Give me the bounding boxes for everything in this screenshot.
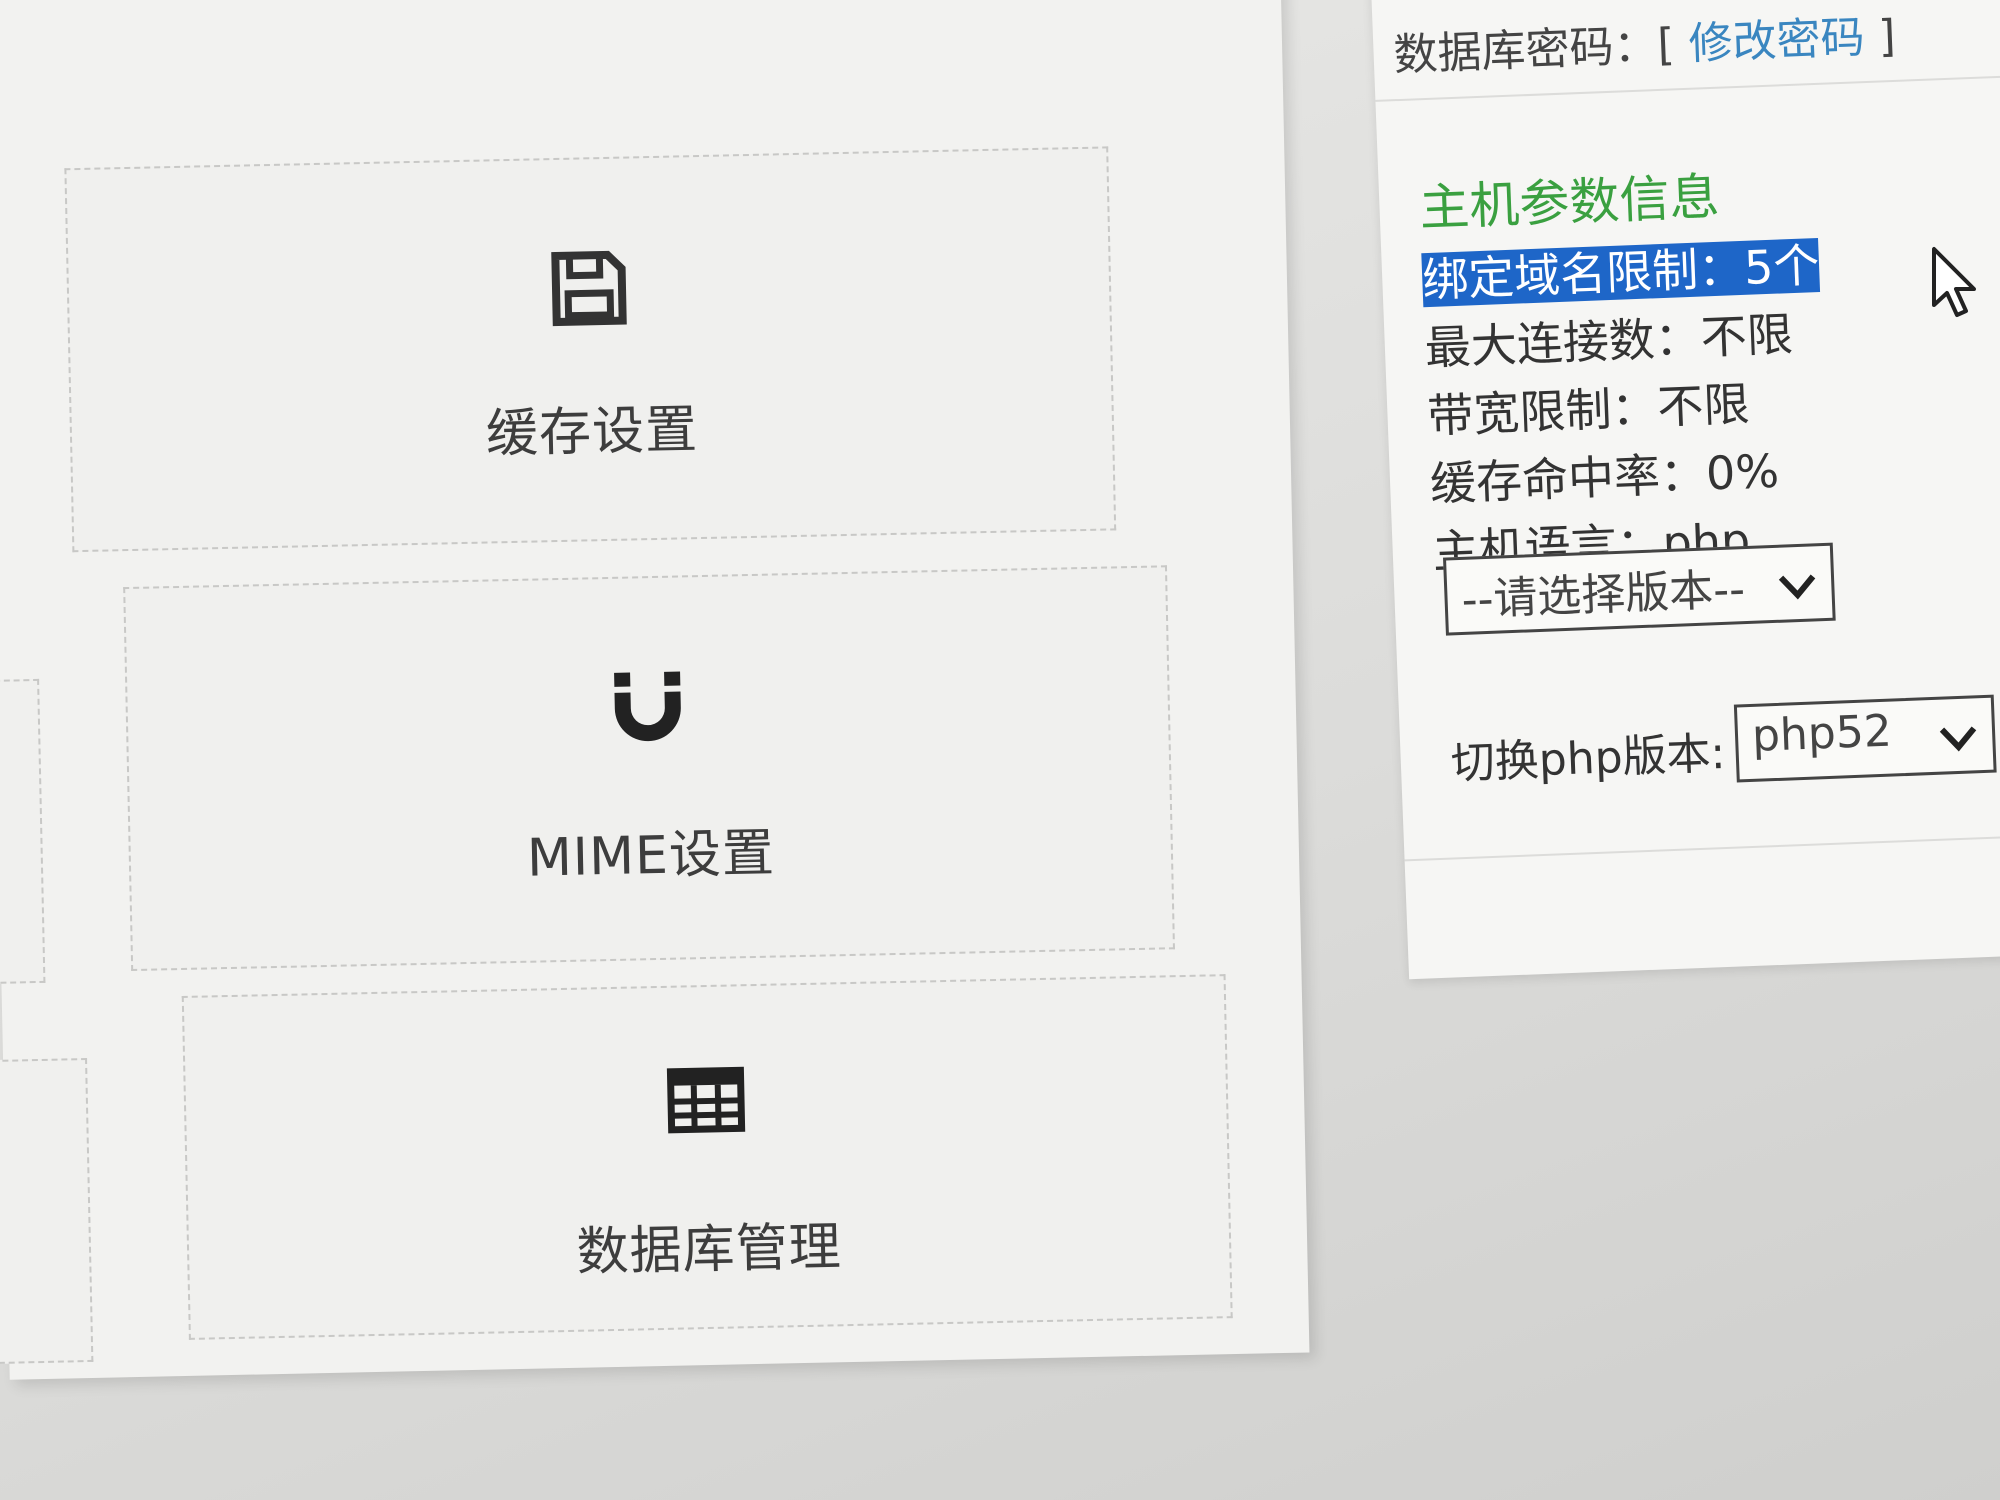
change-password-link[interactable]: 修改密码 <box>1688 12 1866 70</box>
chevron-down-icon <box>1937 712 1979 764</box>
mouse-cursor-icon <box>1930 245 1980 324</box>
php-switch-label: 切换php版本: <box>1449 727 1727 790</box>
database-password-label: 数据库密码：[ <box>1392 19 1676 82</box>
version-select-placeholder: --请选择版本-- <box>1460 564 1746 626</box>
save-icon <box>549 249 629 333</box>
mime-settings-card[interactable]: MIME设置 <box>123 565 1175 972</box>
host-params-section: 主机参数信息 绑定域名限制：5个 最大连接数：不限 带宽限制：不限 缓存命中率：… <box>1418 153 1831 586</box>
settings-card-panel: 缓存设置 MIME设置 数据库管理 <box>0 0 1310 1380</box>
version-select[interactable]: --请选择版本-- <box>1442 542 1836 636</box>
table-icon <box>666 1066 746 1138</box>
chevron-down-icon <box>1776 560 1818 612</box>
php-version-select[interactable]: php52 <box>1733 694 1997 783</box>
cache-settings-card[interactable]: 缓存设置 <box>64 146 1117 553</box>
php-version-selected: php52 <box>1751 705 1893 762</box>
database-password-row: 数据库密码：[ 修改密码 ] <box>1392 0 1897 83</box>
database-management-card[interactable]: 数据库管理 <box>181 974 1233 1340</box>
partial-card-left-top[interactable] <box>0 678 46 985</box>
host-params-title: 主机参数信息 <box>1418 167 1721 238</box>
cache-settings-label: 缓存设置 <box>485 400 699 465</box>
partial-card-left-bottom[interactable] <box>0 1057 94 1365</box>
domain-limit-text: 绑定域名限制：5个 <box>1421 237 1821 308</box>
magnet-icon <box>608 667 688 751</box>
mime-settings-label: MIME设置 <box>526 823 776 889</box>
host-info-panel: 数据库密码：[ 修改密码 ] 主机参数信息 绑定域名限制：5个 最大连接数：不限… <box>1370 0 2000 980</box>
database-management-label: 数据库管理 <box>576 1217 843 1283</box>
database-password-bracket: ] <box>1877 10 1897 63</box>
panel-divider-bottom <box>1404 832 2000 862</box>
